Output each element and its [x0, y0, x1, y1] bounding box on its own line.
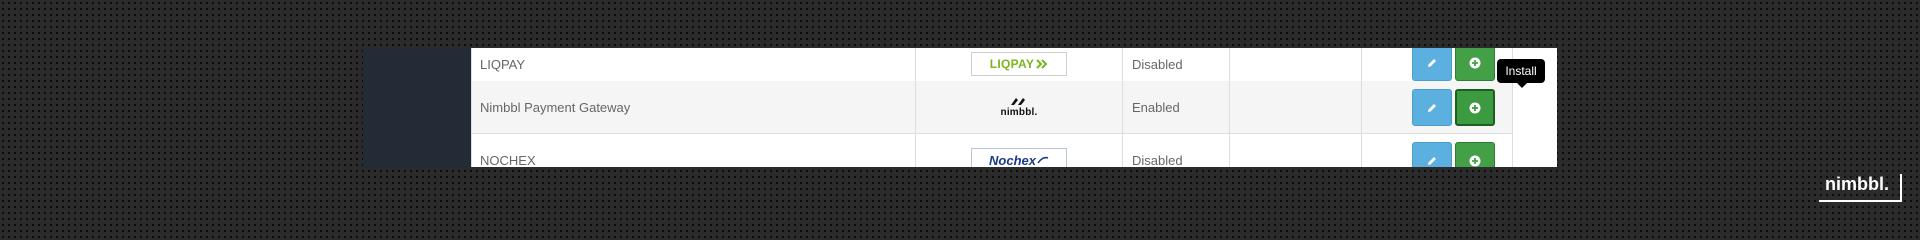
extension-name-cell: NOCHEX: [472, 134, 916, 167]
extension-status: Disabled: [1132, 56, 1183, 72]
edit-button[interactable]: [1412, 48, 1452, 81]
install-tooltip: Install: [1497, 59, 1545, 88]
extension-name: NOCHEX: [480, 152, 536, 168]
pencil-icon: [1428, 103, 1436, 112]
action-cell: [1362, 81, 1514, 133]
liqpay-logo: LIQPAY: [971, 52, 1067, 76]
install-button[interactable]: [1455, 142, 1495, 167]
install-button[interactable]: [1455, 48, 1495, 81]
table-row: NOCHEX Nochex Disabled: [472, 134, 1512, 167]
pencil-icon: [1428, 58, 1436, 67]
payment-extensions-table: LIQPAY LIQPAY Disabled Nimbbl Payment Ga…: [471, 48, 1513, 167]
extension-name: Nimbbl Payment Gateway: [480, 99, 631, 115]
extension-status: Disabled: [1132, 152, 1183, 168]
nochex-logo: Nochex: [971, 148, 1067, 167]
extension-status-cell: Enabled: [1123, 81, 1230, 133]
pencil-icon: [1428, 156, 1436, 165]
extension-name-cell: Nimbbl Payment Gateway: [472, 81, 916, 133]
table-row: Nimbbl Payment Gateway nimbbl. Enabled: [472, 81, 1512, 134]
sort-order-cell: [1230, 81, 1362, 133]
sidebar: [363, 48, 471, 167]
plus-circle-icon: [1469, 102, 1481, 113]
nimbbl-logo: nimbbl.: [1001, 96, 1038, 118]
double-chevron-right-icon: [1036, 59, 1048, 69]
install-button[interactable]: [1455, 89, 1495, 126]
extension-logo-cell: nimbbl.: [916, 81, 1123, 133]
edit-button[interactable]: [1412, 142, 1452, 167]
sort-order-cell: [1230, 134, 1362, 167]
brand-text: nimbbl.: [1825, 174, 1889, 194]
plus-circle-icon: [1469, 57, 1481, 68]
extension-logo-cell: Nochex: [916, 134, 1123, 167]
nimbbl-watermark: nimbbl.: [1819, 174, 1902, 202]
extension-name: LIQPAY: [480, 56, 526, 72]
nochex-swoosh-icon: [1037, 156, 1049, 164]
nimbbl-logo-icon: [1010, 98, 1025, 105]
admin-window: LIQPAY LIQPAY Disabled Nimbbl Payment Ga…: [363, 48, 1557, 167]
action-cell: [1362, 134, 1514, 167]
plus-circle-icon: [1469, 155, 1481, 166]
extension-status-cell: Disabled: [1123, 134, 1230, 167]
extension-status: Enabled: [1132, 99, 1180, 115]
edit-button[interactable]: [1412, 89, 1452, 126]
